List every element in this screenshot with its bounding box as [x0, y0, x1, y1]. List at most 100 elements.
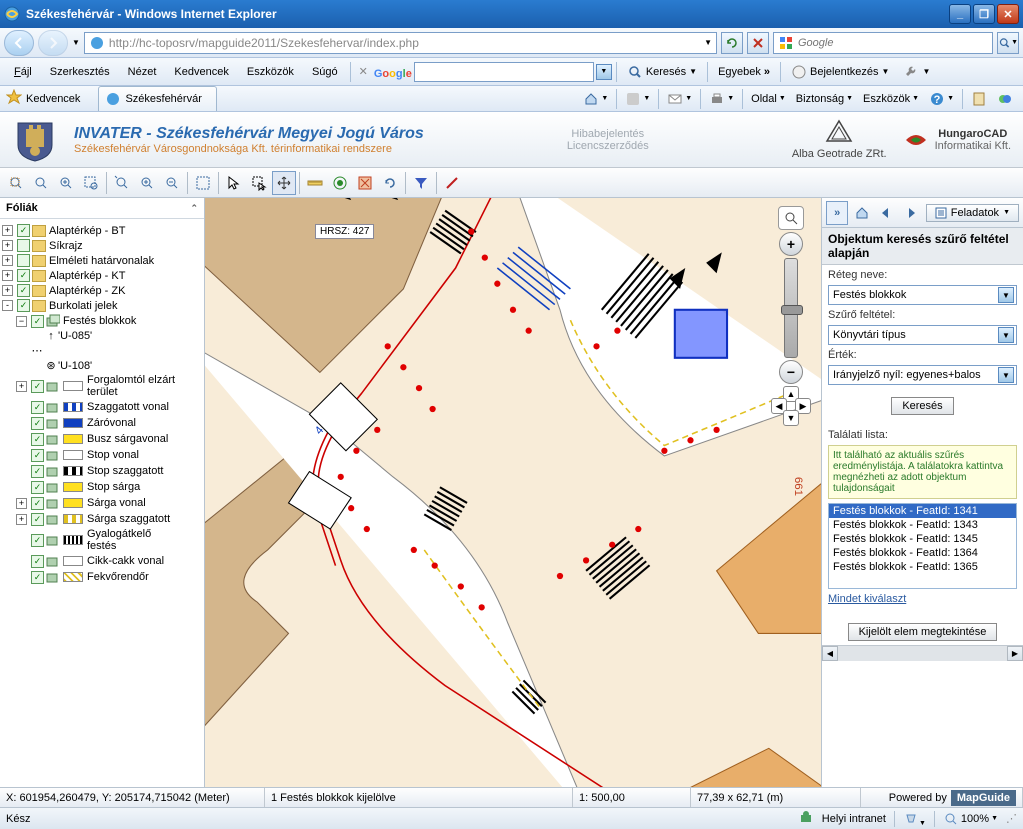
zoom-out-icon[interactable] — [160, 171, 184, 195]
zoom-in-button[interactable]: + — [779, 232, 803, 256]
mail-icon[interactable]: ▼ — [663, 88, 696, 110]
dropdown-icon[interactable]: ▼ — [704, 38, 712, 47]
favorites-label[interactable]: Kedvencek — [26, 93, 80, 105]
task-expand-icon[interactable]: » — [826, 201, 848, 225]
tree-item[interactable]: +✓Alaptérkép - KT — [2, 268, 202, 283]
tasks-button[interactable]: Feladatok▼ — [926, 204, 1019, 222]
zoom-in-icon[interactable] — [135, 171, 159, 195]
select-all-link[interactable]: Mindet kiválaszt — [828, 593, 1017, 605]
results-list[interactable]: Festés blokkok - FeatId: 1341Festés blok… — [828, 503, 1017, 589]
search-go-button[interactable]: ▼ — [997, 32, 1019, 54]
search-button[interactable]: Keresés▼ — [621, 61, 703, 83]
tree-item[interactable]: ✓Stop sárga — [16, 479, 202, 495]
tree-item[interactable]: +✓Forgalomtól elzártterület — [16, 373, 202, 399]
print-icon[interactable]: ▼ — [705, 88, 738, 110]
resize-grip[interactable]: ⋰ — [1006, 812, 1017, 825]
measure-icon[interactable] — [303, 171, 327, 195]
tree-item[interactable]: ✓Szaggatott vonal — [16, 399, 202, 415]
refresh-map-icon[interactable] — [378, 171, 402, 195]
zoom-level[interactable]: 100%▼ — [943, 811, 998, 827]
home-icon[interactable]: ▼ — [579, 88, 612, 110]
refresh-button[interactable] — [721, 32, 743, 54]
tree-item[interactable]: ↑'U-085' — [44, 329, 202, 343]
menu-favorites[interactable]: Kedvencek — [166, 63, 236, 81]
more-button[interactable]: Egyebek » — [712, 63, 776, 81]
maximize-button[interactable]: ❐ — [973, 4, 995, 24]
view-selected-button[interactable]: Kijelölt elem megtekintése — [848, 623, 998, 641]
dropdown-icon[interactable]: ▼ — [72, 38, 80, 47]
zoom-rect-icon[interactable] — [29, 171, 53, 195]
result-item[interactable]: Festés blokkok - FeatId: 1364 — [829, 546, 1016, 560]
tree-item[interactable]: ✓Fekvőrendőr — [16, 569, 202, 585]
tree-item[interactable]: +✓Alaptérkép - BT — [2, 223, 202, 238]
zoom-window-icon[interactable] — [191, 171, 215, 195]
tree-item[interactable]: -✓Burkolati jelek — [2, 298, 202, 313]
clear-selection-icon[interactable] — [353, 171, 377, 195]
result-item[interactable]: Festés blokkok - FeatId: 1365 — [829, 560, 1016, 574]
research-icon[interactable] — [967, 88, 991, 110]
result-item[interactable]: Festés blokkok - FeatId: 1341 — [829, 504, 1016, 518]
page-menu[interactable]: Oldal▼ — [747, 90, 790, 108]
header-links[interactable]: Hibabejelentés Licencszerződés — [567, 128, 649, 152]
task-back-icon[interactable] — [875, 201, 897, 225]
help-icon[interactable]: ?▼ — [925, 88, 958, 110]
pan-down-button[interactable]: ▼ — [783, 410, 799, 426]
zoom-in-map-icon[interactable] — [54, 171, 78, 195]
favorites-star-icon[interactable] — [6, 89, 22, 108]
tree-item[interactable]: ✓Záróvonal — [16, 415, 202, 431]
back-button[interactable] — [4, 30, 34, 56]
select-icon[interactable] — [222, 171, 246, 195]
protected-mode-icon[interactable]: ▼ — [903, 809, 926, 828]
tree-item[interactable]: +✓Sárga szaggatott — [16, 511, 202, 527]
messenger-icon[interactable] — [993, 88, 1017, 110]
browser-tab[interactable]: Székesfehérvár — [98, 86, 216, 111]
tree-item[interactable]: ✓Stop szaggatott — [16, 463, 202, 479]
tree-item[interactable]: ✓Stop vonal — [16, 447, 202, 463]
search-input[interactable] — [798, 37, 988, 49]
select-rect-icon[interactable] — [247, 171, 271, 195]
tree-item[interactable]: +Síkrajz — [2, 238, 202, 253]
feeds-icon[interactable]: ▼ — [621, 88, 654, 110]
result-item[interactable]: Festés blokkok - FeatId: 1343 — [829, 518, 1016, 532]
result-item[interactable]: Festés blokkok - FeatId: 1345 — [829, 532, 1016, 546]
task-home-icon[interactable] — [850, 201, 872, 225]
security-menu[interactable]: Biztonság▼ — [792, 90, 857, 108]
tree-item[interactable]: +Elméleti határvonalak — [2, 253, 202, 268]
tree-item[interactable]: ✓Busz sárgavonal — [16, 431, 202, 447]
close-button[interactable]: ✕ — [997, 4, 1019, 24]
url-field[interactable]: ▼ — [84, 32, 717, 54]
tree-item[interactable]: +✓Alaptérkép - ZK — [2, 283, 202, 298]
filter-icon[interactable] — [409, 171, 433, 195]
login-button[interactable]: Bejelentkezés▼ — [785, 61, 895, 83]
collapse-icon[interactable]: ⌃ — [190, 203, 198, 214]
wrench-icon[interactable]: ▼ — [897, 61, 936, 83]
zoom-prev-icon[interactable] — [110, 171, 134, 195]
minimize-button[interactable]: _ — [949, 4, 971, 24]
url-input[interactable] — [109, 36, 700, 50]
menu-file[interactable]: Fájl — [6, 63, 40, 81]
zoom-extents-button[interactable] — [778, 206, 804, 230]
layer-tree[interactable]: +✓Alaptérkép - BT+Síkrajz+Elméleti határ… — [0, 219, 204, 787]
redline-icon[interactable] — [440, 171, 464, 195]
close-toolbar-icon[interactable]: ✕ — [355, 65, 372, 78]
zoom-selection-icon[interactable] — [79, 171, 103, 195]
menu-view[interactable]: Nézet — [120, 63, 165, 81]
map-canvas[interactable]: 661 4 HRSZ: 427 + − ▲ ◀ ▶ ▼ — [205, 198, 821, 787]
stop-button[interactable] — [747, 32, 769, 54]
tree-item[interactable]: ✓Gyalogátkelőfestés — [16, 527, 202, 553]
forward-button[interactable] — [38, 30, 68, 56]
layer-select[interactable]: Festés blokkok▼ — [828, 285, 1017, 305]
google-toolbar-search[interactable] — [414, 62, 594, 82]
menu-edit[interactable]: Szerkesztés — [42, 63, 118, 81]
tools-menu[interactable]: Eszközök▼ — [859, 90, 923, 108]
zoom-out-button[interactable]: − — [779, 360, 803, 384]
zoom-extents-icon[interactable] — [4, 171, 28, 195]
filter-select[interactable]: Könyvtári típus▼ — [828, 325, 1017, 345]
search-button[interactable]: Keresés — [891, 397, 953, 415]
zoom-slider[interactable] — [784, 258, 798, 358]
scale-display[interactable]: 1: 500,00 — [573, 788, 691, 807]
tree-item[interactable]: ✓Cikk-cakk vonal — [16, 553, 202, 569]
zoom-slider-thumb[interactable] — [781, 305, 803, 315]
value-select[interactable]: Irányjelző nyíl: egyenes+balos▼ — [828, 365, 1017, 385]
tree-item[interactable]: ⊛'U-108' — [44, 358, 202, 373]
